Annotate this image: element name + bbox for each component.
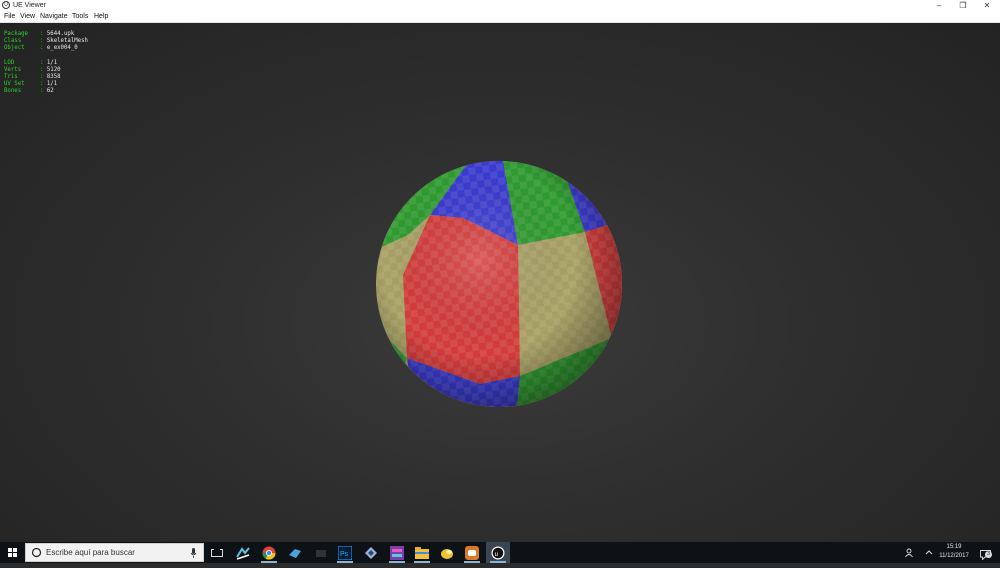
info-row-class: Class: SkeletalMesh: [4, 38, 88, 45]
taskbar-app-1[interactable]: [231, 542, 255, 563]
app-icon: [289, 548, 301, 558]
person-icon[interactable]: [905, 548, 915, 558]
folder-icon: [415, 546, 429, 559]
windows-logo-icon: [8, 548, 17, 557]
notification-badge: 3: [985, 551, 992, 558]
menu-help[interactable]: Help: [94, 11, 108, 22]
info-row-verts: Verts: 5120: [4, 66, 61, 73]
taskbar-discord[interactable]: [460, 542, 484, 563]
search-icon: [31, 547, 42, 558]
menu-bar: File View Navigate Tools Help: [0, 11, 1000, 23]
app-logo-icon: U: [2, 1, 10, 9]
viewport-3d[interactable]: Package: 5644.upk Class: SkeletalMesh Ob…: [0, 23, 1000, 542]
title-bar: U UE Viewer – ❐ ✕: [0, 0, 1000, 11]
menu-file[interactable]: File: [4, 11, 15, 22]
app-icon: [365, 546, 377, 559]
app-icon: [390, 545, 404, 560]
close-button[interactable]: ✕: [976, 0, 998, 11]
info-row-bones: Bones: 62: [4, 88, 54, 95]
unreal-icon: u: [491, 546, 505, 559]
menu-navigate[interactable]: Navigate: [40, 11, 68, 22]
discord-icon: [465, 545, 479, 560]
svg-text:Ps: Ps: [340, 551, 349, 558]
task-view-button[interactable]: [205, 542, 229, 563]
menu-view[interactable]: View: [20, 11, 35, 22]
task-view-icon: [211, 547, 223, 557]
search-input[interactable]: [46, 544, 191, 561]
taskbar-chrome[interactable]: [257, 542, 281, 563]
chevron-up-icon[interactable]: [925, 549, 933, 555]
taskbar-unreal[interactable]: u: [486, 542, 510, 563]
menu-tools[interactable]: Tools: [72, 11, 88, 22]
app-icon: [236, 546, 250, 560]
notification-center[interactable]: 3: [980, 547, 992, 561]
taskbar: Ps u 15:19 11/12/2017 3: [0, 542, 1000, 563]
info-row-tris: Tris: 8358: [4, 74, 61, 81]
taskbar-app-6[interactable]: [435, 542, 459, 563]
photoshop-icon: Ps: [338, 545, 352, 560]
clock-date[interactable]: 11/12/2017: [934, 553, 974, 559]
chrome-icon: [262, 546, 276, 560]
info-row-lod: LOD: 1/1: [4, 59, 58, 66]
app-icon: [441, 548, 453, 559]
info-row-object: Object: e_ex004_0: [4, 45, 78, 52]
taskbar-search[interactable]: [25, 543, 204, 562]
window-title: UE Viewer: [13, 2, 46, 9]
svg-text:u: u: [495, 550, 499, 558]
info-row-uvset: UV Set: 1/1: [4, 81, 58, 88]
mesh-info-overlay: Package: 5644.upk Class: SkeletalMesh Ob…: [4, 31, 88, 96]
taskbar-photoshop[interactable]: Ps: [333, 542, 357, 563]
taskbar-app-2[interactable]: [283, 542, 307, 563]
clock-time[interactable]: 15:19: [934, 544, 974, 550]
app-icon: [316, 549, 326, 557]
start-button[interactable]: [0, 542, 25, 563]
taskbar-app-4[interactable]: [359, 542, 383, 563]
checkered-sphere-mesh: [376, 161, 622, 407]
taskbar-app-5[interactable]: [385, 542, 409, 563]
minimize-button[interactable]: –: [928, 0, 950, 11]
taskbar-file-explorer[interactable]: [410, 542, 434, 563]
taskbar-app-3[interactable]: [309, 542, 333, 563]
restore-button[interactable]: ❐: [952, 0, 974, 11]
info-row-package: Package: 5644.upk: [4, 31, 75, 37]
microphone-icon[interactable]: [190, 548, 197, 558]
